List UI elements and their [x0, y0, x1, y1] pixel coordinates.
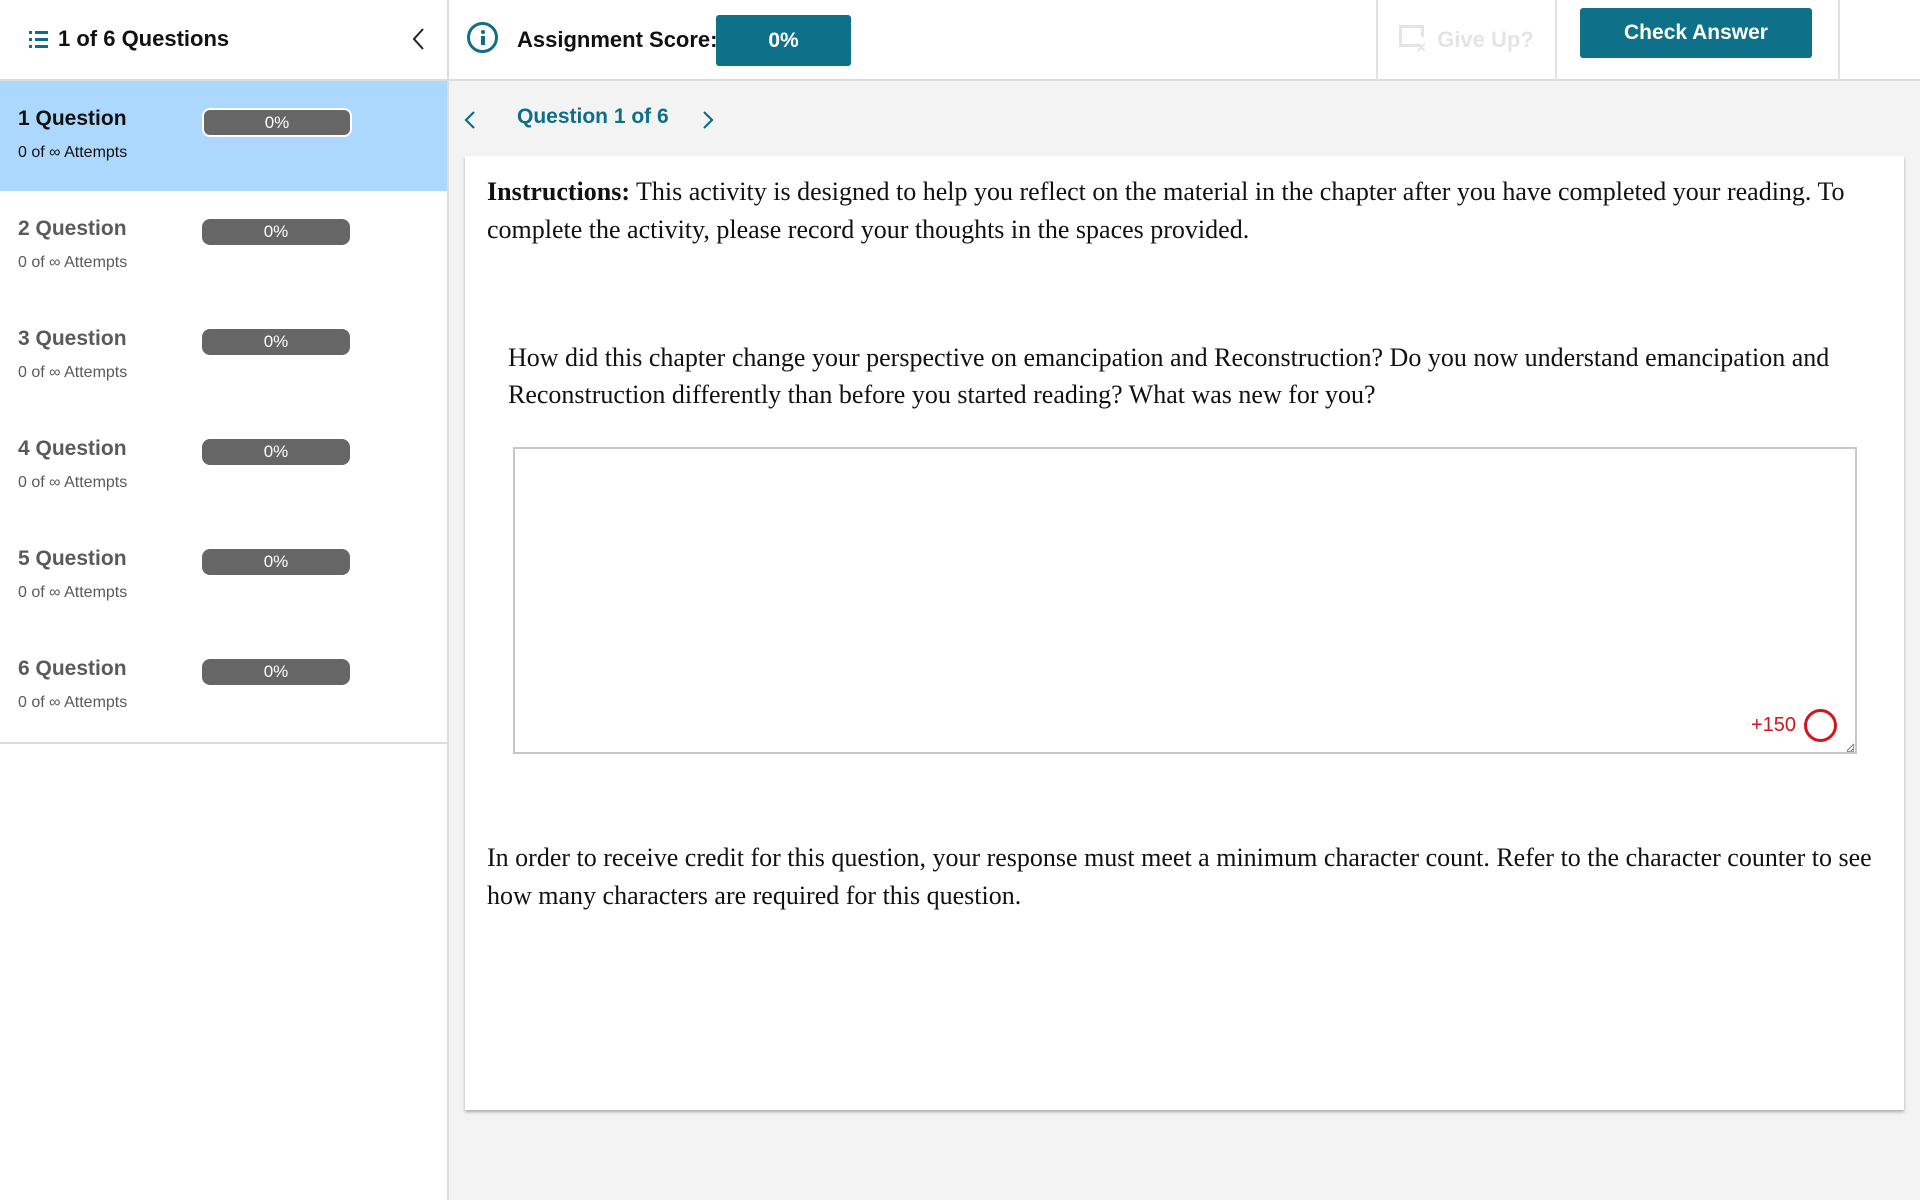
question-score-pill: 0% [202, 108, 352, 137]
next-question-button[interactable] [696, 105, 720, 135]
question-score-pill: 0% [202, 439, 350, 465]
chevron-left-icon [412, 28, 424, 50]
question-score-pill: 0% [202, 659, 350, 685]
question-title: 6 Question [18, 657, 127, 680]
question-title: 5 Question [18, 547, 127, 570]
question-attempts: 0 of ∞ Attempts [18, 364, 128, 381]
question-score-pill: 0% [202, 219, 350, 245]
instructions: Instructions: This activity is designed … [487, 173, 1887, 249]
give-up-label: Give Up? [1437, 27, 1534, 52]
sidebar-item-question-1[interactable]: 1 Question 0% 0 of ∞ Attempts [0, 81, 447, 191]
sidebar-item-question-4[interactable]: 4 Question 0% 0 of ∞ Attempts [0, 411, 447, 521]
sidebar-item-question-5[interactable]: 5 Question 0% 0 of ∞ Attempts [0, 521, 447, 631]
answer-textarea[interactable] [513, 447, 1857, 754]
list-icon [29, 31, 48, 48]
previous-question-button[interactable] [458, 105, 482, 135]
question-score-pill: 0% [202, 549, 350, 575]
instructions-label: Instructions: [487, 177, 631, 206]
character-counter-value: +150 [1751, 714, 1797, 736]
header-divider [1555, 0, 1557, 80]
question-title: 1 Question [18, 107, 127, 130]
assignment-score-value: 0% [716, 15, 851, 66]
question-title: 3 Question [18, 327, 127, 350]
question-attempts: 0 of ∞ Attempts [18, 144, 128, 161]
question-position-label: Question 1 of 6 [517, 105, 669, 128]
assignment-score-label: Assignment Score: [517, 27, 718, 52]
question-attempts: 0 of ∞ Attempts [18, 474, 128, 491]
top-header: 1 of 6 Questions Assignment Score: 0% × … [0, 0, 1920, 81]
collapse-sidebar-button[interactable] [404, 24, 434, 54]
sidebar-title: 1 of 6 Questions [58, 26, 230, 51]
sidebar-divider [0, 742, 447, 744]
question-title: 2 Question [18, 217, 127, 240]
question-attempts: 0 of ∞ Attempts [18, 694, 128, 711]
sidebar-item-question-2[interactable]: 2 Question 0% 0 of ∞ Attempts [0, 191, 447, 301]
question-prompt: How did this chapter change your perspec… [508, 343, 1830, 409]
instructions-text: This activity is designed to help you re… [487, 177, 1845, 244]
question-card: Instructions: This activity is designed … [465, 156, 1904, 1110]
chevron-right-icon [703, 111, 714, 129]
header-divider [1838, 0, 1840, 80]
sidebar-item-question-3[interactable]: 3 Question 0% 0 of ∞ Attempts [0, 301, 447, 411]
progress-ring-icon [1804, 709, 1838, 742]
give-up-button[interactable]: × Give Up? [1378, 0, 1555, 80]
info-icon[interactable] [467, 22, 498, 53]
question-score-pill: 0% [202, 329, 350, 355]
question-title: 4 Question [18, 437, 127, 460]
character-counter: +150 [1751, 709, 1838, 742]
sidebar-item-question-6[interactable]: 6 Question 0% 0 of ∞ Attempts [0, 631, 447, 741]
resize-handle[interactable] [1847, 745, 1854, 752]
question-sidebar: 1 Question 0% 0 of ∞ Attempts 2 Question… [0, 81, 449, 1200]
check-answer-button[interactable]: Check Answer [1580, 8, 1812, 58]
question-attempts: 0 of ∞ Attempts [18, 254, 128, 271]
character-requirement-note: In order to receive credit for this ques… [487, 843, 1872, 910]
give-up-icon: × [1399, 25, 1429, 56]
chevron-left-icon [464, 111, 475, 129]
question-attempts: 0 of ∞ Attempts [18, 584, 128, 601]
sidebar-header: 1 of 6 Questions [0, 0, 449, 80]
